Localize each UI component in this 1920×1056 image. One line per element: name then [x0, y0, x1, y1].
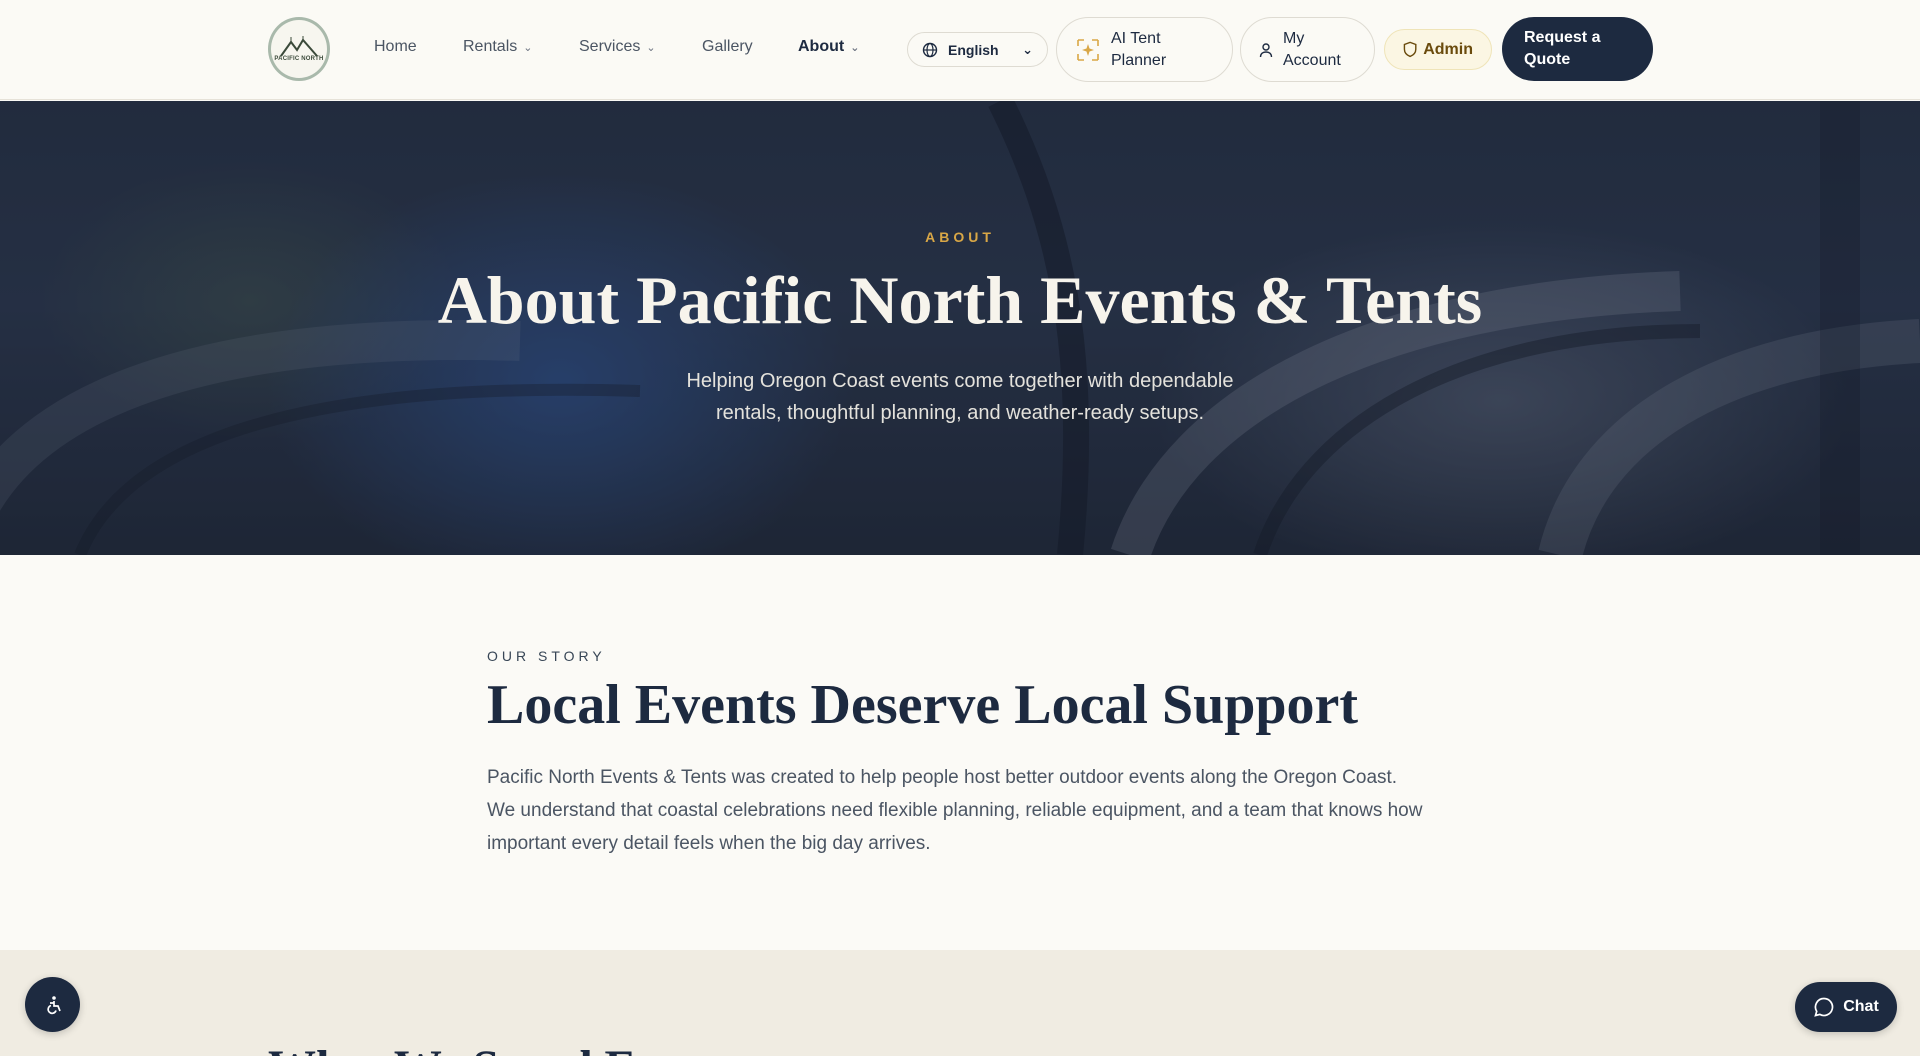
- account-line1: My: [1283, 29, 1305, 47]
- my-account-button[interactable]: My Account: [1240, 17, 1375, 82]
- quote-line2: Quote: [1524, 51, 1571, 68]
- language-label: English: [948, 41, 999, 58]
- request-quote-label: Request a Quote: [1524, 27, 1600, 71]
- sparkle-icon: [1077, 38, 1099, 61]
- hero-section: ABOUT About Pacific North Events & Tents…: [0, 101, 1920, 555]
- nav-about-label: About: [798, 38, 845, 55]
- quote-line1: Request a: [1524, 29, 1601, 46]
- nav-rentals-label: Rentals: [463, 38, 518, 55]
- user-icon: [1259, 42, 1273, 57]
- our-story-section: OUR STORY Local Events Deserve Local Sup…: [0, 555, 1920, 950]
- chevron-down-icon: ⌄: [1022, 41, 1033, 57]
- logo-mountain-icon: [280, 36, 318, 57]
- values-heading: What We Stand For: [268, 1040, 679, 1056]
- shield-icon: [1403, 41, 1417, 58]
- chat-button[interactable]: Chat: [1795, 982, 1897, 1032]
- values-section: What We Stand For: [0, 950, 1920, 1056]
- my-account-label: My Account: [1283, 28, 1341, 72]
- nav-home-label: Home: [374, 38, 417, 55]
- globe-icon: [922, 42, 938, 57]
- nav-gallery-label: Gallery: [702, 38, 753, 55]
- accessibility-button[interactable]: [25, 977, 80, 1032]
- ai-tent-planner-label: AI Tent Planner: [1111, 28, 1166, 72]
- ai-planner-line1: AI Tent: [1111, 29, 1161, 47]
- nav-home[interactable]: Home: [374, 38, 417, 56]
- logo-text: PACIFIC NORTH: [274, 56, 324, 62]
- hero-eyebrow: ABOUT: [925, 229, 995, 245]
- chat-label: Chat: [1843, 998, 1879, 1015]
- nav-rentals[interactable]: Rentals ⌄: [463, 38, 532, 56]
- chevron-down-icon: ⌄: [850, 41, 860, 54]
- admin-button[interactable]: Admin: [1384, 29, 1492, 70]
- story-eyebrow: OUR STORY: [487, 648, 606, 664]
- site-logo[interactable]: PACIFIC NORTH: [268, 17, 330, 81]
- account-line2: Account: [1283, 51, 1341, 69]
- nav-services-label: Services: [579, 38, 641, 55]
- language-select[interactable]: English ⌄: [907, 32, 1048, 67]
- story-paragraph: Pacific North Events & Tents was created…: [487, 767, 1423, 854]
- admin-label: Admin: [1423, 40, 1473, 58]
- nav-gallery[interactable]: Gallery: [702, 38, 753, 56]
- top-navigation: PACIFIC NORTH Home Rentals ⌄ Services ⌄ Ga…: [0, 0, 1920, 100]
- accessibility-icon: [46, 995, 61, 1014]
- ai-tent-planner-button[interactable]: AI Tent Planner: [1056, 17, 1233, 82]
- hero-subtitle: Helping Oregon Coast events come togethe…: [686, 370, 1234, 424]
- ai-planner-line2: Planner: [1111, 51, 1167, 69]
- nav-about[interactable]: About ⌄: [798, 38, 859, 56]
- chat-bubble-icon: [1814, 997, 1834, 1017]
- page-title: About Pacific North Events & Tents: [437, 262, 1483, 338]
- nav-services[interactable]: Services ⌄: [579, 38, 656, 56]
- request-quote-button[interactable]: Request a Quote: [1502, 17, 1653, 81]
- chevron-down-icon: ⌄: [523, 41, 533, 54]
- story-heading: Local Events Deserve Local Support: [487, 674, 1359, 736]
- chevron-down-icon: ⌄: [646, 41, 656, 54]
